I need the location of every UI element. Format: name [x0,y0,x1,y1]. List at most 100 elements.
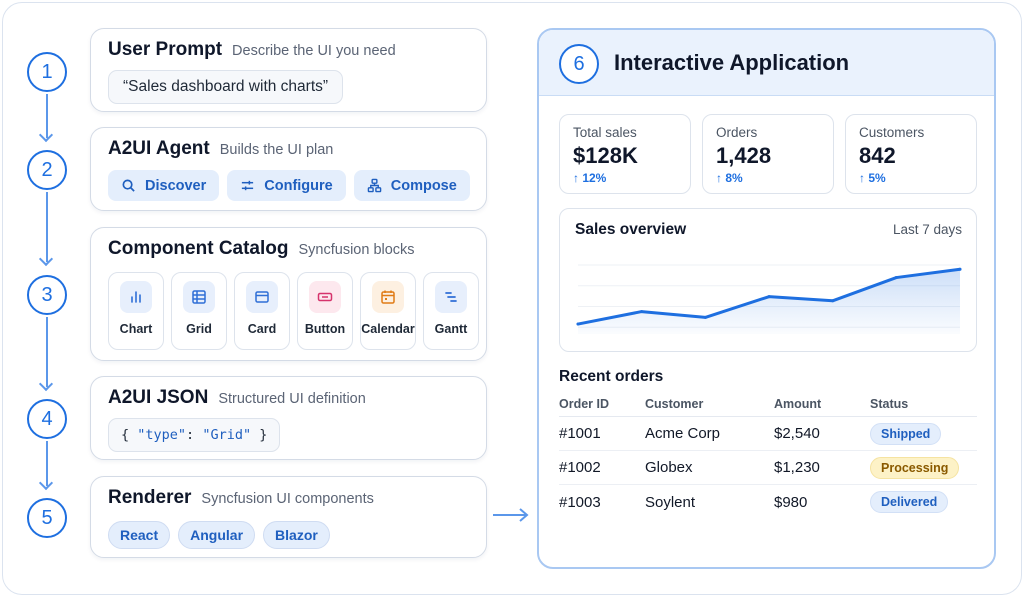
agent-card: A2UI Agent Builds the UI plan Discover C… [90,127,487,211]
card-title: User Prompt [108,39,223,60]
catalog-item-label: Card [247,322,277,336]
interactive-application-panel: 6 Interactive Application Total sales $1… [537,28,996,569]
card-title: A2UI Agent [108,138,210,159]
order-amount: $2,540 [774,425,820,442]
sales-overview-card: Sales overview Last 7 days [559,208,977,352]
orders-table-header: Order ID Customer Amount Status [559,391,977,417]
status-badge: Processing [870,456,960,479]
app-title: Interactive Application [614,50,850,75]
table-row[interactable]: #1003 Soylent $980 Delivered [559,485,977,519]
connector-arrow [46,94,48,138]
framework-pill-react[interactable]: React [108,521,171,549]
kpi-value: 842 [859,143,896,168]
a2ui-json-card: A2UI JSON Structured UI definition { "ty… [90,376,487,460]
step-5-circle: 5 [27,498,67,538]
order-customer: Globex [645,459,693,476]
card-title: Component Catalog [108,238,289,259]
card-icon [255,291,269,303]
configure-chip[interactable]: Configure [227,170,346,201]
framework-pill-angular[interactable]: Angular [178,521,256,549]
card-subtitle: Syncfusion blocks [298,242,415,258]
card-subtitle: Describe the UI you need [232,43,396,59]
catalog-item-chart[interactable]: Chart [108,272,164,350]
kpi-delta: ↑ 8% [716,171,743,185]
order-id: #1002 [559,459,601,476]
kpi-value: 1,428 [716,143,772,168]
code-value: "Grid" [202,427,252,443]
chart-range-selector[interactable]: Last 7 days [893,222,962,237]
code-brace: { [121,427,138,443]
card-title: A2UI JSON [108,387,209,408]
status-badge: Delivered [870,491,949,513]
discover-chip[interactable]: Discover [108,170,220,201]
table-row[interactable]: #1002 Globex $1,230 Processing [559,451,977,485]
step-3-circle: 3 [27,275,67,315]
connector-arrow [46,317,48,387]
order-customer: Soylent [645,493,696,511]
recent-orders-title: Recent orders [559,368,664,385]
gantt-icon [445,292,457,302]
kpi-card-orders[interactable]: Orders 1,428 ↑ 8% [702,114,834,194]
chip-label: Compose [390,177,457,194]
catalog-item-button[interactable]: Button [297,272,353,350]
orders-table: Order ID Customer Amount Status #1001 Ac… [559,391,977,519]
kpi-card-customers[interactable]: Customers 842 ↑ 5% [845,114,977,194]
catalog-item-label: Grid [186,322,212,336]
order-id: #1001 [559,425,601,442]
compose-chip[interactable]: Compose [353,170,470,201]
connector-arrow [46,441,48,486]
sales-data-point [767,295,771,299]
kpi-card-total-sales[interactable]: Total sales $128K ↑ 12% [559,114,691,194]
status-badge: Shipped [870,422,942,445]
sales-data-point [576,322,580,326]
chip-label: Configure [264,177,333,194]
kpi-label: Customers [859,125,925,140]
step-6-circle: 6 [559,44,599,84]
step-1-circle: 1 [27,52,67,92]
component-catalog-card: Component Catalog Syncfusion blocks Char… [90,227,487,361]
kpi-value: $128K [573,143,638,168]
catalog-item-calendar[interactable]: Calendar [360,272,416,350]
catalog-item-grid[interactable]: Grid [171,272,227,350]
renderer-card: Renderer Syncfusion UI components React … [90,476,487,558]
order-id: #1003 [559,493,601,511]
app-header: 6 Interactive Application [539,30,994,96]
card-subtitle: Builds the UI plan [219,142,334,158]
prompt-input[interactable]: “Sales dashboard with charts” [108,70,344,104]
column-header: Order ID [559,396,610,411]
table-row[interactable]: #1001 Acme Corp $2,540 Shipped [559,417,977,451]
sales-data-point [640,310,644,314]
code-key: "type" [137,427,187,443]
kpi-label: Total sales [573,125,637,140]
kpi-delta: ↑ 12% [573,171,607,185]
order-amount: $980 [774,493,808,511]
json-code-snippet: { "type": "Grid" } [108,418,281,452]
step-2-circle: 2 [27,150,67,190]
order-customer: Acme Corp [645,425,721,442]
catalog-item-card[interactable]: Card [234,272,290,350]
column-header: Amount [774,396,822,411]
hierarchy-icon [367,178,382,193]
card-subtitle: Structured UI definition [218,391,366,407]
sales-area-fill [578,269,960,334]
kpi-label: Orders [716,125,758,140]
flow-arrow-icon [493,508,529,522]
catalog-item-label: Gantt [434,322,468,336]
calendar-icon [381,290,395,304]
bar-chart-icon [131,291,141,303]
button-icon [317,292,333,302]
catalog-item-gantt[interactable]: Gantt [423,272,479,350]
connector-arrow [46,192,48,262]
code-brace: } [251,427,268,443]
sliders-icon [242,180,254,191]
sales-data-point [831,299,835,303]
card-subtitle: Syncfusion UI components [201,491,374,507]
catalog-item-label: Calendar [361,322,415,336]
framework-pill-blazor[interactable]: Blazor [263,521,330,549]
column-header: Customer [645,396,704,411]
sales-data-point [958,267,962,271]
code-colon: : [186,427,203,443]
user-prompt-card: User Prompt Describe the UI you need “Sa… [90,28,487,112]
sales-data-point [894,276,898,280]
sales-data-point [703,315,707,319]
